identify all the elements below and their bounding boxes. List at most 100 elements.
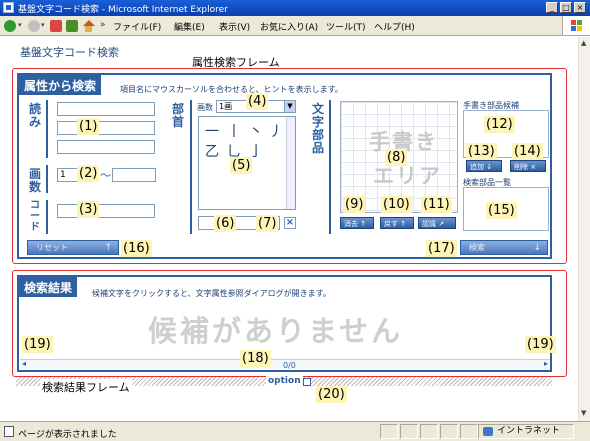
marker-10: (10) bbox=[381, 196, 412, 213]
radical-item[interactable]: 丿 bbox=[269, 121, 283, 141]
strokes-divider bbox=[46, 165, 48, 193]
status-cell bbox=[400, 424, 418, 439]
minimize-button[interactable]: _ bbox=[546, 2, 558, 13]
char-parts-label[interactable]: 文字部品 bbox=[312, 103, 324, 155]
menubar: ▾ ▾ » ファイル(F) 編集(E) 表示(V) お気に入り(A) ツール(T… bbox=[0, 16, 590, 36]
forward-dropdown-icon[interactable]: ▾ bbox=[41, 21, 45, 29]
undo-button-label: 戻す bbox=[384, 220, 398, 228]
delete-part-button[interactable]: 削除 × bbox=[510, 160, 546, 172]
marker-1: (1) bbox=[77, 118, 100, 135]
erase-button[interactable]: 消去 ↑ bbox=[340, 217, 374, 229]
marker-18: (18) bbox=[240, 350, 271, 367]
radical-item[interactable]: 丶 bbox=[249, 121, 263, 141]
reset-button-label: リセット bbox=[36, 243, 68, 252]
marker-19-left: (19) bbox=[22, 336, 53, 353]
chevron-down-icon[interactable]: ▼ bbox=[284, 101, 295, 112]
scroll-left-icon[interactable]: ◂ bbox=[22, 359, 26, 368]
code-label[interactable]: コード bbox=[29, 200, 41, 233]
marker-11: (11) bbox=[421, 196, 452, 213]
scroll-up-icon[interactable]: ▲ bbox=[581, 39, 586, 47]
reset-button[interactable]: リセット ↑ bbox=[27, 240, 119, 255]
reading-label[interactable]: 読み bbox=[29, 103, 41, 129]
radical-divider bbox=[190, 100, 192, 234]
result-frame-label: 検索結果フレーム bbox=[40, 379, 132, 395]
status-cell bbox=[420, 424, 438, 439]
toolbar-chevron[interactable]: » bbox=[100, 20, 106, 30]
menu-tools[interactable]: ツール(T) bbox=[326, 20, 366, 33]
marker-14: (14) bbox=[512, 143, 543, 160]
delete-part-label: 削除 bbox=[514, 163, 528, 171]
arrow-up-icon: ↗ bbox=[438, 220, 445, 228]
search-button-label: 検索 bbox=[469, 243, 485, 252]
page-scrollbar[interactable]: ▲ ▼ bbox=[578, 37, 590, 421]
scroll-down-icon[interactable]: ▼ bbox=[581, 409, 586, 417]
marker-5: (5) bbox=[230, 157, 253, 174]
window-title: 基盤文字コード検索 - Microsoft Internet Explorer bbox=[18, 5, 228, 15]
marker-17: (17) bbox=[426, 240, 457, 257]
marker-20: (20) bbox=[316, 386, 347, 403]
marker-15: (15) bbox=[486, 202, 517, 219]
option-toggle-icon[interactable] bbox=[303, 378, 311, 386]
ie-page-icon bbox=[3, 2, 14, 13]
code-input[interactable] bbox=[57, 204, 155, 218]
marker-16: (16) bbox=[121, 240, 152, 257]
arrow-up-icon: ↑ bbox=[104, 243, 112, 253]
arrow-up-icon: ↑ bbox=[400, 220, 407, 228]
menu-file[interactable]: ファイル(F) bbox=[113, 20, 161, 33]
back-dropdown-icon[interactable]: ▾ bbox=[18, 21, 22, 29]
forward-icon[interactable] bbox=[28, 20, 40, 32]
strokes-to-input[interactable] bbox=[112, 168, 156, 182]
result-hint: 候補文字をクリックすると、文字属性参照ダイアログが開きます。 bbox=[92, 289, 331, 298]
marker-4: (4) bbox=[246, 93, 269, 110]
arrow-down-icon: ↓ bbox=[486, 163, 493, 171]
attr-hint: 項目名にマウスカーソルを合わせると、ヒントを表示します。 bbox=[120, 85, 343, 94]
no-result-text: 候補がありません bbox=[148, 314, 404, 348]
radical-item[interactable]: 丨 bbox=[227, 121, 241, 141]
marker-7: (7) bbox=[256, 215, 279, 232]
clear-radical-icon[interactable]: × bbox=[284, 217, 296, 229]
radical-item[interactable]: 一 bbox=[205, 121, 219, 141]
close-button[interactable]: × bbox=[574, 2, 586, 13]
option-label[interactable]: option bbox=[266, 376, 303, 386]
app-title: 基盤文字コード検索 bbox=[20, 46, 119, 59]
menu-edit[interactable]: 編集(E) bbox=[174, 20, 205, 33]
refresh-icon[interactable] bbox=[66, 20, 78, 32]
window-titlebar: 基盤文字コード検索 - Microsoft Internet Explorer … bbox=[0, 0, 590, 16]
marker-8: (8) bbox=[385, 149, 408, 166]
stroke-count-label: 画数 bbox=[197, 103, 213, 112]
handwrite-ghost-line2: エリア bbox=[373, 164, 442, 188]
reading-input-3[interactable] bbox=[57, 140, 155, 154]
marker-9: (9) bbox=[343, 196, 366, 213]
stop-icon[interactable] bbox=[50, 20, 62, 32]
reading-divider bbox=[46, 100, 48, 158]
menu-favorites[interactable]: お気に入り(A) bbox=[260, 20, 318, 33]
recognize-button[interactable]: 認識 ↗ bbox=[418, 217, 456, 229]
marker-13: (13) bbox=[466, 143, 497, 160]
menu-view[interactable]: 表示(V) bbox=[219, 20, 250, 33]
search-button[interactable]: 検索 ↓ bbox=[460, 240, 548, 255]
scroll-right-icon[interactable]: ▸ bbox=[544, 359, 548, 368]
reading-input-2[interactable] bbox=[57, 121, 155, 135]
add-part-button[interactable]: 追加 ↓ bbox=[466, 160, 502, 172]
marker-3: (3) bbox=[77, 201, 100, 218]
radical-item[interactable]: 乙 bbox=[205, 141, 219, 161]
status-cell bbox=[440, 424, 458, 439]
home-icon[interactable] bbox=[82, 20, 95, 32]
page-done-icon bbox=[4, 426, 14, 437]
menu-help[interactable]: ヘルプ(H) bbox=[374, 20, 415, 33]
stroke-count-selected: 1画 bbox=[219, 102, 233, 111]
marker-6: (6) bbox=[214, 215, 237, 232]
marker-2: (2) bbox=[77, 165, 100, 182]
code-divider bbox=[46, 200, 48, 234]
reading-input-1[interactable] bbox=[57, 102, 155, 116]
arrow-down-icon: ↓ bbox=[533, 243, 541, 253]
arrow-up-icon: ↑ bbox=[360, 220, 367, 228]
radical-label[interactable]: 部首 bbox=[172, 103, 184, 129]
statusbar: ページが表示されました イントラネット bbox=[0, 421, 590, 441]
back-icon[interactable] bbox=[4, 20, 16, 32]
radical-list-scrollbar[interactable] bbox=[286, 117, 295, 209]
undo-button[interactable]: 戻す ↑ bbox=[380, 217, 414, 229]
status-cell bbox=[460, 424, 478, 439]
maximize-button[interactable]: □ bbox=[560, 2, 572, 13]
strokes-label[interactable]: 画数 bbox=[29, 168, 41, 194]
